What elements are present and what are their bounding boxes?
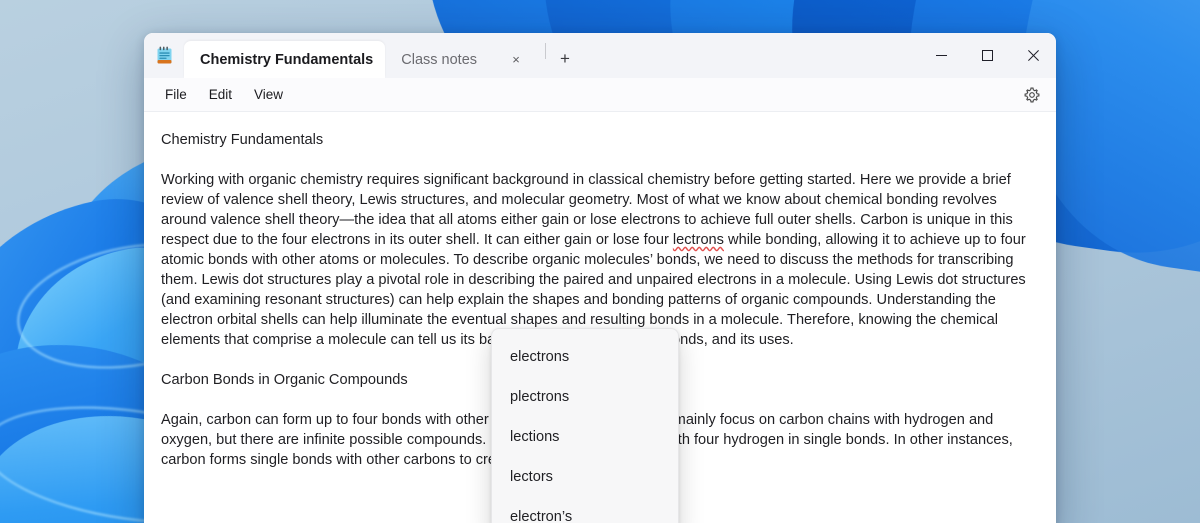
suggestion-item[interactable]: lectors bbox=[492, 457, 678, 497]
tab-label: Chemistry Fundamentals bbox=[200, 52, 373, 68]
suggestion-item[interactable]: electrons bbox=[492, 337, 678, 377]
title-bar: Chemistry Fundamentals Class notes × + bbox=[144, 33, 1056, 78]
minimize-icon[interactable] bbox=[918, 33, 964, 78]
close-icon[interactable]: × bbox=[503, 47, 529, 73]
paragraph-1: Working with organic chemistry requires … bbox=[161, 170, 1036, 350]
gear-icon[interactable] bbox=[1018, 82, 1046, 108]
document-title-line: Chemistry Fundamentals bbox=[161, 130, 1036, 150]
doc-title-text: Chemistry Fundamentals bbox=[161, 132, 323, 148]
menu-edit[interactable]: Edit bbox=[198, 82, 243, 107]
suggestion-item[interactable]: plectrons bbox=[492, 377, 678, 417]
notepad-icon bbox=[144, 33, 184, 78]
document-body[interactable]: Chemistry Fundamentals Working with orga… bbox=[144, 112, 1056, 523]
menu-file[interactable]: File bbox=[154, 82, 198, 107]
suggestion-item[interactable]: electron’s bbox=[492, 497, 678, 523]
desktop: Chemistry Fundamentals Class notes × + bbox=[0, 0, 1200, 523]
menu-bar: File Edit View bbox=[144, 78, 1056, 112]
spellcheck-suggestions-menu: electrons plectrons lections lectors ele… bbox=[491, 328, 679, 523]
misspelled-word[interactable]: lectrons bbox=[673, 232, 724, 248]
tab-label: Class notes bbox=[401, 52, 477, 68]
divider bbox=[545, 43, 546, 59]
tab-chemistry-fundamentals[interactable]: Chemistry Fundamentals bbox=[184, 41, 385, 78]
notepad-window: Chemistry Fundamentals Class notes × + bbox=[144, 33, 1056, 523]
menu-view[interactable]: View bbox=[243, 82, 294, 107]
maximize-icon[interactable] bbox=[964, 33, 1010, 78]
close-icon[interactable] bbox=[1010, 33, 1056, 78]
window-controls bbox=[918, 33, 1056, 78]
tab-class-notes[interactable]: Class notes × bbox=[385, 41, 541, 78]
plus-icon[interactable]: + bbox=[550, 44, 580, 74]
suggestion-item[interactable]: lections bbox=[492, 417, 678, 457]
